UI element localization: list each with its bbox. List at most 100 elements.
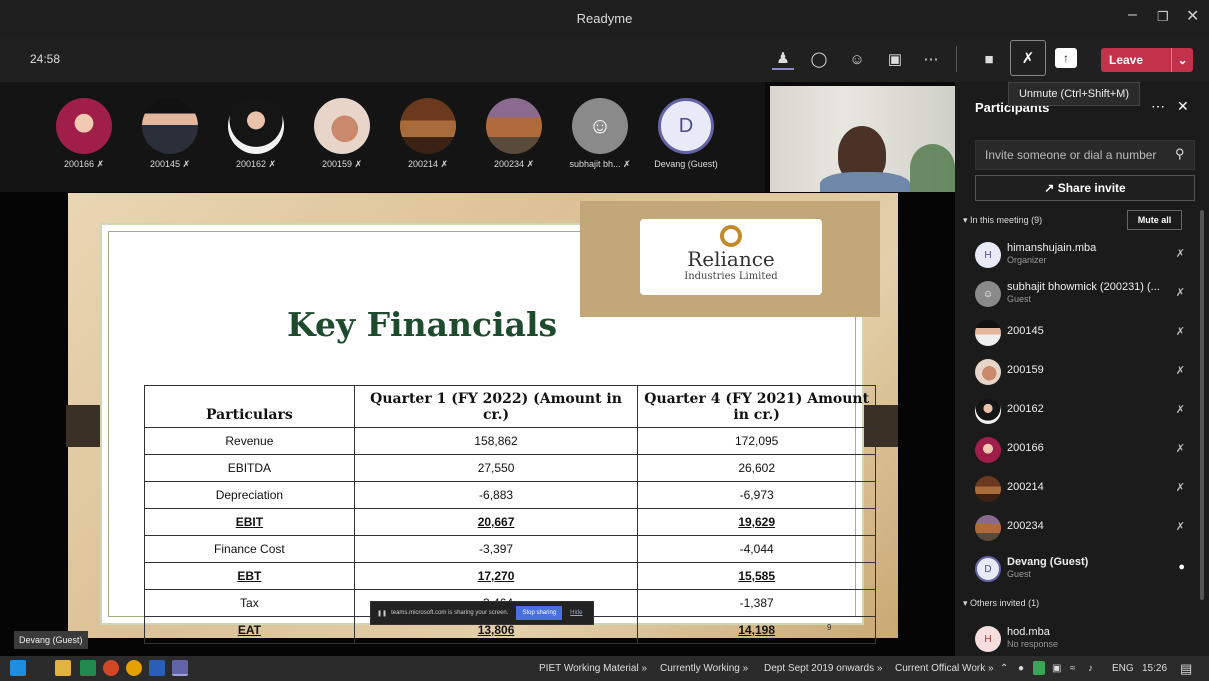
share-invite-button[interactable]: ↗ Share invite — [975, 175, 1195, 201]
chevron-down-icon: ▾ — [963, 598, 968, 608]
mute-all-button[interactable]: Mute all — [1127, 210, 1182, 230]
thumbnail-name: 200214 ✗ — [407, 159, 449, 169]
participant-name: hod.mba — [1007, 626, 1050, 638]
table-row: EBT 17,270 15,585 — [144, 562, 876, 590]
mic-off-icon: ✗ — [1175, 248, 1185, 260]
panel-scrollbar[interactable] — [1200, 210, 1204, 600]
participant-role: Guest — [1007, 294, 1032, 304]
avatar — [975, 515, 1001, 541]
participant-name: Devang (Guest) — [1007, 556, 1089, 568]
restore-icon[interactable]: ❐ — [1157, 9, 1169, 25]
avatar — [975, 437, 1001, 463]
excel-icon[interactable] — [80, 660, 96, 676]
thumbnail-tile[interactable]: 200166 ✗ — [44, 98, 124, 170]
minimize-icon[interactable]: – — [1128, 6, 1137, 24]
mic-muted-button[interactable]: ✗ — [1010, 40, 1046, 76]
mic-off-icon: ✗ — [1175, 365, 1185, 377]
table-row: Finance Cost -3,397 -4,044 — [144, 535, 876, 563]
participant-row[interactable]: 200159 ✗ — [975, 355, 1185, 387]
chevron-down-icon: ▾ — [963, 215, 968, 225]
volume-icon[interactable]: ♪ — [1088, 663, 1093, 674]
cell-q4: 19,629 — [637, 508, 876, 536]
mic-tray-icon[interactable]: ● — [1018, 663, 1024, 674]
others-invited-section[interactable]: ▾ Others invited (1) — [963, 598, 1039, 609]
thumbnail-tile[interactable]: 200145 ✗ — [130, 98, 210, 170]
invite-input[interactable]: Invite someone or dial a number — [975, 140, 1195, 170]
more-actions-icon[interactable]: ⋯ — [920, 48, 942, 70]
participant-row[interactable]: 200145 ✗ — [975, 316, 1185, 348]
windows-taskbar: PIET Working Material » Currently Workin… — [0, 656, 1209, 681]
self-video-feed — [770, 86, 955, 192]
battery-icon[interactable]: ▣ — [1052, 663, 1061, 674]
participant-row[interactable]: H himanshujain.mba Organizer ✗ — [975, 238, 1185, 270]
participant-row[interactable]: ☺ subhajit bhowmick (200231) (... Guest … — [975, 277, 1185, 309]
column-header: Quarter 1 (FY 2022) (Amount in cr.) — [353, 385, 639, 428]
leave-button[interactable]: Leave ⌄ — [1101, 48, 1193, 72]
camera-icon[interactable]: ■ — [978, 48, 1000, 70]
media-player-icon[interactable] — [103, 660, 119, 676]
thumbnail-tile[interactable]: D Devang (Guest) — [646, 98, 726, 169]
network-icon[interactable]: ≈ — [1070, 663, 1076, 674]
app-tray-icon[interactable] — [1033, 661, 1045, 675]
search-icon[interactable]: ⚲ — [1175, 146, 1185, 162]
toolbar-link[interactable]: PIET Working Material » — [539, 663, 647, 674]
chrome-icon[interactable] — [126, 660, 142, 676]
participant-row[interactable]: H hod.mba No response — [975, 622, 1185, 654]
more-options-icon[interactable]: ⋯ — [1151, 98, 1165, 115]
cell-q1: 20,667 — [353, 508, 639, 536]
participant-name: himanshujain.mba — [1007, 242, 1097, 254]
chevron-down-icon[interactable]: ⌄ — [1171, 48, 1193, 72]
notification-icon[interactable]: ▤ — [1180, 661, 1192, 677]
clock[interactable]: 15:26 — [1142, 663, 1167, 674]
title-bar: Readyme – ❐ ✕ — [0, 0, 1209, 36]
share-arrow-icon: ↑ — [1063, 51, 1069, 65]
cell-q4: -6,973 — [637, 481, 876, 509]
reactions-icon[interactable]: ☺ — [846, 48, 868, 70]
stop-sharing-button[interactable]: Stop sharing — [516, 606, 563, 620]
participant-row[interactable]: 200166 ✗ — [975, 433, 1185, 465]
avatar — [56, 98, 112, 154]
cell-q1: -6,883 — [353, 481, 639, 509]
unmute-tooltip: Unmute (Ctrl+Shift+M) — [1008, 82, 1140, 106]
start-icon[interactable] — [10, 660, 26, 676]
pause-icon: ❚❚ — [377, 610, 388, 617]
avatar — [975, 398, 1001, 424]
participant-name: 200166 — [1007, 442, 1044, 454]
thumbnail-tile[interactable]: 200159 ✗ — [302, 98, 382, 170]
rooms-icon[interactable]: ▣ — [884, 48, 906, 70]
chat-icon[interactable]: ◯ — [808, 48, 830, 70]
share-icon: ↗ — [1044, 181, 1055, 195]
tray-chevron-icon[interactable]: ⌃ — [1000, 663, 1008, 674]
presentation-slide: Key Financials Particulars Quarter 1 (FY… — [66, 193, 898, 644]
mic-off-icon: ✗ — [1175, 482, 1185, 494]
row-label: EBITDA — [144, 454, 355, 482]
hide-link[interactable]: Hide — [570, 610, 582, 616]
word-icon[interactable] — [149, 660, 165, 676]
close-panel-icon[interactable]: ✕ — [1177, 98, 1189, 115]
participants-icon[interactable]: ♟ — [772, 48, 794, 70]
cell-q4: 14,198 — [637, 616, 876, 644]
cell-q4: -1,387 — [637, 589, 876, 617]
toolbar-divider — [956, 46, 957, 72]
file-explorer-icon[interactable] — [55, 660, 71, 676]
mic-off-icon: ✗ — [1175, 287, 1185, 299]
close-icon[interactable]: ✕ — [1186, 6, 1199, 26]
toolbar-link[interactable]: Currently Working » — [660, 663, 748, 674]
language-indicator[interactable]: ENG — [1112, 663, 1134, 674]
mic-off-icon: ✗ — [1175, 521, 1185, 533]
participant-row[interactable]: D Devang (Guest) Guest ● — [975, 552, 1185, 584]
toolbar-link[interactable]: Current Offical Work » — [895, 663, 994, 674]
thumbnail-name: subhajit bh... ✗ — [569, 159, 631, 169]
thumbnail-name: 200159 ✗ — [321, 159, 363, 169]
participant-row[interactable]: 200214 ✗ — [975, 472, 1185, 504]
teams-icon[interactable] — [172, 660, 188, 676]
participant-row[interactable]: 200162 ✗ — [975, 394, 1185, 426]
thumbnail-tile[interactable]: 200214 ✗ — [388, 98, 468, 170]
toolbar-link[interactable]: Dept Sept 2019 onwards » — [764, 663, 882, 674]
in-meeting-section[interactable]: ▾ In this meeting (9) — [963, 215, 1042, 226]
share-screen-button[interactable]: ↑ — [1055, 48, 1077, 68]
thumbnail-tile[interactable]: 200162 ✗ — [216, 98, 296, 170]
thumbnail-tile[interactable]: ☺ subhajit bh... ✗ — [560, 98, 640, 170]
thumbnail-tile[interactable]: 200234 ✗ — [474, 98, 554, 170]
participant-row[interactable]: 200234 ✗ — [975, 511, 1185, 543]
